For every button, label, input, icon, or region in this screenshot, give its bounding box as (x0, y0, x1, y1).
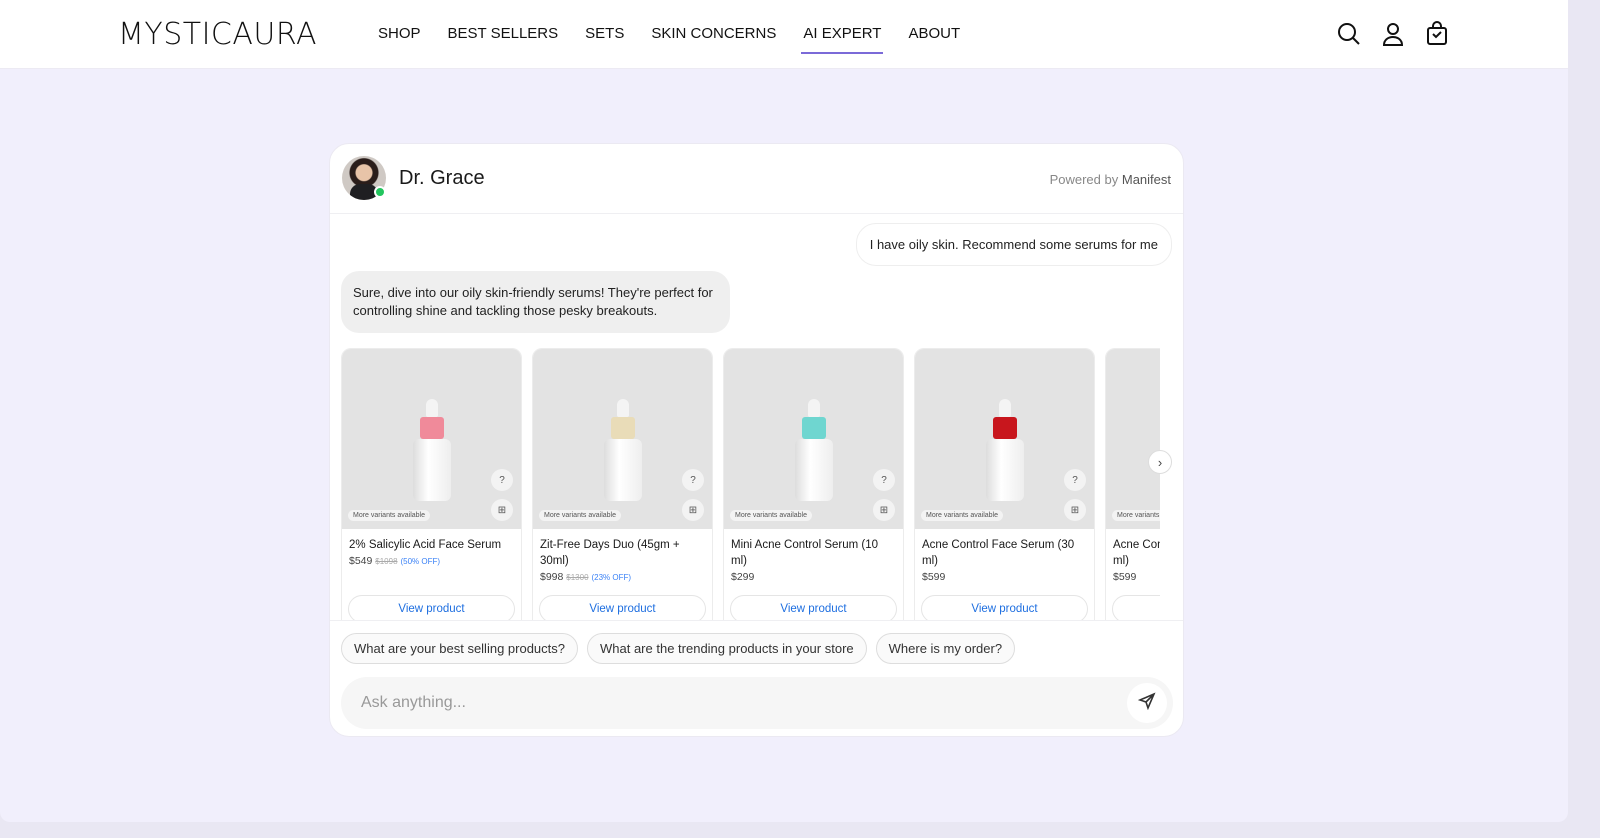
current-price: $998 (540, 571, 564, 583)
product-price: $299 (731, 571, 896, 583)
product-name[interactable]: Acne Control Face Serum (30 ml) (1113, 537, 1160, 569)
product-name[interactable]: Zit-Free Days Duo (45gm + 30ml) (540, 537, 705, 569)
shopping-bag-icon[interactable] (1424, 21, 1450, 47)
bottle-cap (992, 417, 1017, 439)
suggestion-chip[interactable]: What are your best selling products? (341, 633, 578, 664)
send-button[interactable] (1127, 683, 1167, 723)
chat-input-wrapper (341, 677, 1173, 729)
variants-badge: More variants available (1112, 510, 1160, 521)
nav-about[interactable]: ABOUT (908, 25, 960, 52)
discount: (23% OFF) (591, 573, 632, 582)
powered-brand[interactable]: Manifest (1122, 172, 1171, 187)
nav-sets[interactable]: SETS (585, 25, 624, 52)
ask-question-icon[interactable]: ? (682, 469, 704, 491)
suggestion-chip[interactable]: Where is my order? (875, 633, 1016, 664)
variants-badge: More variants available (348, 510, 430, 521)
bottle-dropper (425, 399, 438, 417)
product-image[interactable]: More variants available ? ⊞ (1106, 349, 1160, 529)
product-card[interactable]: More variants available ? ⊞ Mini Acne Co… (723, 348, 904, 621)
add-variants-icon[interactable]: ⊞ (491, 499, 513, 521)
main-nav: SHOP BEST SELLERS SETS SKIN CONCERNS AI … (378, 25, 960, 54)
variants-badge: More variants available (539, 510, 621, 521)
view-product-button[interactable]: View product (1112, 595, 1160, 621)
current-price: $299 (731, 571, 755, 583)
ask-question-icon[interactable]: ? (491, 469, 513, 491)
nav-ai-expert[interactable]: AI EXPERT (801, 25, 884, 54)
product-card[interactable]: More variants available ? ⊞ Acne Control… (914, 348, 1095, 621)
product-image[interactable]: More variants available ? ⊞ (915, 349, 1094, 529)
search-icon[interactable] (1336, 21, 1362, 47)
agent-name: Dr. Grace (399, 167, 485, 189)
bottle-cap (419, 417, 444, 439)
bottle-image (412, 439, 451, 501)
bottle-dropper (616, 399, 629, 417)
product-card[interactable]: More variants available ? ⊞ Zit-Free Day… (532, 348, 713, 621)
bottle-image (794, 439, 833, 501)
old-price: $1300 (566, 573, 589, 582)
bottle-image (603, 439, 642, 501)
current-price: $549 (349, 555, 373, 567)
site-header: MYSTICAURA SHOP BEST SELLERS SETS SKIN C… (0, 0, 1568, 69)
view-product-button[interactable]: View product (921, 595, 1088, 621)
add-variants-icon[interactable]: ⊞ (873, 499, 895, 521)
nav-skin-concerns[interactable]: SKIN CONCERNS (651, 25, 776, 52)
discount: (50% OFF) (400, 557, 441, 566)
product-image[interactable]: More variants available ? ⊞ (724, 349, 903, 529)
chat-widget: Dr. Grace Powered by Manifest I have oil… (329, 143, 1184, 737)
product-price: $599 (922, 571, 1087, 583)
page: MYSTICAURA SHOP BEST SELLERS SETS SKIN C… (0, 0, 1568, 822)
product-price: $599 (1113, 571, 1160, 583)
product-price: $998 $1300 (23% OFF) (540, 571, 705, 583)
carousel-next-button[interactable]: › (1148, 450, 1172, 474)
product-name[interactable]: Acne Control Face Serum (30 ml) (922, 537, 1087, 569)
product-carousel: More variants available ? ⊞ 2% Salicylic… (341, 348, 1160, 621)
variants-badge: More variants available (921, 510, 1003, 521)
bottle-cap (801, 417, 826, 439)
product-image[interactable]: More variants available ? ⊞ (533, 349, 712, 529)
view-product-button[interactable]: View product (730, 595, 897, 621)
view-product-button[interactable]: View product (348, 595, 515, 621)
product-card[interactable]: More variants available ? ⊞ Acne Control… (1105, 348, 1160, 621)
nav-shop[interactable]: SHOP (378, 25, 421, 52)
product-price: $549 $1098 (50% OFF) (349, 555, 514, 567)
user-icon[interactable] (1380, 21, 1406, 47)
product-name[interactable]: 2% Salicylic Acid Face Serum (349, 537, 514, 553)
bottle-cap (610, 417, 635, 439)
online-status-dot (374, 186, 386, 198)
add-variants-icon[interactable]: ⊞ (682, 499, 704, 521)
product-name[interactable]: Mini Acne Control Serum (10 ml) (731, 537, 896, 569)
bottle-dropper (998, 399, 1011, 417)
ask-question-icon[interactable]: ? (873, 469, 895, 491)
add-variants-icon[interactable]: ⊞ (1064, 499, 1086, 521)
bottle-image (985, 439, 1024, 501)
chat-header: Dr. Grace Powered by Manifest (330, 144, 1183, 214)
bot-message: Sure, dive into our oily skin-friendly s… (341, 271, 730, 333)
chat-input[interactable] (341, 677, 1101, 729)
current-price: $599 (922, 571, 946, 583)
bottle-dropper (807, 399, 820, 417)
send-icon (1137, 691, 1156, 715)
user-message: I have oily skin. Recommend some serums … (855, 223, 1172, 266)
ask-question-icon[interactable]: ? (1064, 469, 1086, 491)
view-product-button[interactable]: View product (539, 595, 706, 621)
suggestion-chip[interactable]: What are the trending products in your s… (587, 633, 867, 664)
powered-by: Powered by Manifest (1050, 172, 1171, 187)
current-price: $599 (1113, 571, 1137, 583)
suggestion-chips: What are your best selling products? Wha… (330, 620, 1183, 676)
product-image[interactable]: More variants available ? ⊞ (342, 349, 521, 529)
powered-prefix: Powered by (1049, 172, 1119, 187)
variants-badge: More variants available (730, 510, 812, 521)
product-card[interactable]: More variants available ? ⊞ 2% Salicylic… (341, 348, 522, 621)
nav-best-sellers[interactable]: BEST SELLERS (448, 25, 559, 52)
logo[interactable]: MYSTICAURA (118, 17, 317, 52)
old-price: $1098 (375, 557, 398, 566)
